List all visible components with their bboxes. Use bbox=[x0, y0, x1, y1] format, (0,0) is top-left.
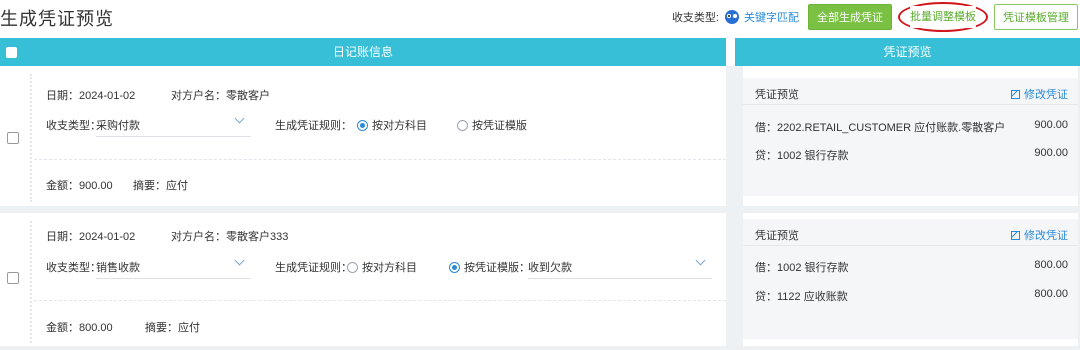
chevron-down-icon[interactable] bbox=[695, 255, 706, 266]
edit-voucher-link[interactable]: 修改凭证 bbox=[1011, 86, 1068, 102]
entry-type-select[interactable]: 采购付款 bbox=[96, 117, 140, 133]
chevron-down-icon[interactable] bbox=[234, 113, 245, 124]
toolbar: 收支类型: 关键字匹配 全部生成凭证 批量调整模板 凭证模板管理 bbox=[671, 2, 1078, 32]
journal-header: 日记账信息 bbox=[0, 38, 726, 66]
entry-divider bbox=[30, 221, 32, 343]
entry-type-select[interactable]: 销售收款 bbox=[96, 259, 140, 275]
voucher-credit-amount: 900.00 bbox=[1034, 147, 1068, 159]
chevron-down-icon[interactable] bbox=[234, 255, 245, 266]
keyword-match-link[interactable]: 关键字匹配 bbox=[744, 9, 799, 25]
type-filter-label: 收支类型: bbox=[671, 12, 719, 24]
template-select[interactable]: 收到欠款 bbox=[528, 259, 572, 275]
select-underline bbox=[96, 136, 251, 137]
edit-voucher-link[interactable]: 修改凭证 bbox=[1011, 227, 1068, 243]
entry-type-label: 收支类型： bbox=[46, 120, 101, 132]
rule-option-template[interactable]: 按凭证模版： bbox=[449, 259, 530, 275]
rule-label: 生成凭证规则： bbox=[275, 262, 352, 274]
entry-checkbox[interactable] bbox=[7, 272, 19, 284]
entry-summary: 摘要：应付 bbox=[145, 322, 200, 334]
entry-amount: 金额：800.00 bbox=[46, 322, 113, 334]
page-title: 生成凭证预览 bbox=[0, 9, 114, 29]
journal-entry-card: 日期：2024-01-02 对方户名：零散客户333 收支类型： 销售收款 生成… bbox=[0, 213, 726, 346]
voucher-preview-title: 凭证预览 bbox=[755, 230, 799, 242]
radio-icon[interactable] bbox=[347, 262, 358, 273]
bottom-edge bbox=[0, 346, 1080, 350]
dashed-divider bbox=[34, 300, 726, 301]
preview-header-title: 凭证预览 bbox=[883, 45, 932, 59]
edit-icon[interactable] bbox=[1011, 231, 1020, 240]
voucher-preview-card: 凭证预览 修改凭证 借：1002 银行存款 800.00 贷：1122 应收账款… bbox=[743, 219, 1078, 339]
edit-icon[interactable] bbox=[1011, 90, 1020, 99]
radio-selected-icon[interactable] bbox=[449, 262, 460, 273]
entry-amount: 金额：900.00 bbox=[46, 180, 113, 192]
select-all-checkbox[interactable] bbox=[6, 47, 17, 58]
entry-date: 日期：2024-01-02 bbox=[46, 231, 136, 243]
template-manage-button[interactable]: 凭证模板管理 bbox=[994, 4, 1078, 30]
owl-icon bbox=[725, 10, 739, 24]
entry-type-label: 收支类型： bbox=[46, 262, 101, 274]
entry-counterparty: 对方户名：零散客户333 bbox=[171, 231, 289, 243]
voucher-debit-amount: 800.00 bbox=[1034, 259, 1068, 271]
highlight-ring: 批量调整模板 bbox=[898, 2, 988, 32]
voucher-divider bbox=[743, 245, 1078, 246]
journal-header-title: 日记账信息 bbox=[332, 45, 393, 59]
entry-date: 日期：2024-01-02 bbox=[46, 90, 136, 102]
rule-option-account[interactable]: 按对方科目 bbox=[357, 117, 427, 133]
preview-gutter bbox=[735, 66, 743, 350]
radio-icon[interactable] bbox=[457, 120, 468, 131]
journal-entry-card: 日期：2024-01-02 对方户名：零散客户 收支类型： 采购付款 生成凭证规… bbox=[0, 66, 726, 206]
entry-checkbox[interactable] bbox=[7, 132, 19, 144]
rule-option-template[interactable]: 按凭证模版 bbox=[457, 117, 527, 133]
voucher-debit-amount: 900.00 bbox=[1034, 119, 1068, 131]
voucher-debit-line: 借：1002 银行存款 bbox=[755, 262, 849, 274]
batch-adjust-template-button[interactable]: 批量调整模板 bbox=[910, 6, 976, 28]
voucher-debit-line: 借：2202.RETAIL_CUSTOMER 应付账款.零散客户 bbox=[755, 122, 1006, 134]
generate-all-button[interactable]: 全部生成凭证 bbox=[808, 4, 892, 30]
dashed-divider bbox=[34, 159, 726, 160]
select-underline bbox=[96, 278, 251, 279]
rule-label: 生成凭证规则： bbox=[275, 120, 352, 132]
rule-option-account[interactable]: 按对方科目 bbox=[347, 259, 417, 275]
voucher-credit-amount: 800.00 bbox=[1034, 288, 1068, 300]
row-separator bbox=[0, 206, 1080, 213]
voucher-credit-line: 贷：1122 应收账款 bbox=[755, 291, 848, 303]
select-underline bbox=[528, 278, 712, 279]
voucher-credit-line: 贷：1002 银行存款 bbox=[755, 150, 849, 162]
radio-selected-icon[interactable] bbox=[357, 120, 368, 131]
voucher-preview-title: 凭证预览 bbox=[755, 89, 799, 101]
preview-header: 凭证预览 bbox=[735, 38, 1080, 66]
entry-divider bbox=[30, 74, 32, 202]
entry-counterparty: 对方户名：零散客户 bbox=[171, 90, 270, 102]
entry-summary: 摘要：应付 bbox=[133, 180, 188, 192]
voucher-divider bbox=[743, 104, 1078, 105]
voucher-preview-card: 凭证预览 修改凭证 借：2202.RETAIL_CUSTOMER 应付账款.零散… bbox=[743, 78, 1078, 196]
